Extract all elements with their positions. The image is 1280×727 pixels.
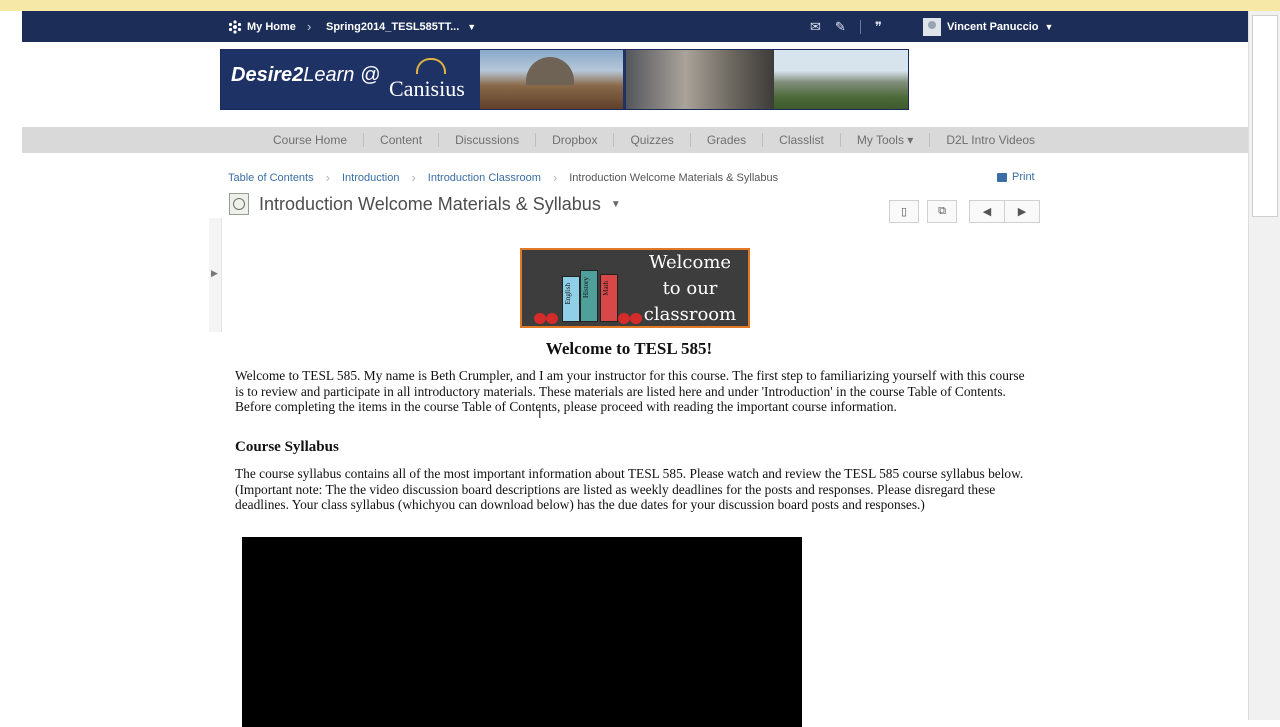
page-title: Introduction Welcome Materials & Syllabu… (259, 193, 601, 214)
book-math: Math (600, 274, 618, 322)
chevron-right-icon: › (307, 19, 312, 34)
welcome-classroom-image: English History Math Welcome to our clas… (520, 248, 750, 328)
mail-icon[interactable]: ✉ (810, 19, 821, 35)
canisius-logo-text: Canisius (389, 76, 465, 101)
updates-icon[interactable]: ✎ (835, 19, 846, 35)
chevron-down-icon: ▼ (1044, 21, 1054, 32)
bookmark-icon: ▯ (900, 206, 908, 218)
printer-icon (997, 172, 1007, 182)
open-new-window-button[interactable]: ⧉ (927, 200, 957, 223)
web-page-icon (229, 193, 249, 215)
breadcrumb: Table of Contents › Introduction › Intro… (228, 170, 778, 185)
toc-panel-toggle[interactable]: ▶ (209, 218, 222, 332)
chevron-right-icon: › (325, 170, 330, 185)
intro-paragraph: Welcome to TESL 585. My name is Beth Cru… (235, 368, 1025, 414)
syllabus-paragraph: The course syllabus contains all of the … (235, 466, 1024, 512)
arrow-left-icon: ◀ (982, 206, 992, 218)
minibar: My Home › Spring2014_TESL585TT... ▼ ✉ ✎ … (22, 11, 1248, 42)
divider (859, 19, 861, 34)
apple-icon (618, 313, 630, 324)
apple-icon (546, 313, 558, 324)
my-home-link[interactable]: My Home (228, 11, 296, 42)
course-selector[interactable]: Spring2014_TESL585TT... ▼ (326, 11, 476, 42)
breadcrumb-current: Introduction Welcome Materials & Syllabu… (569, 171, 779, 184)
print-button[interactable]: Print (997, 171, 1035, 183)
my-home-label: My Home (247, 20, 296, 33)
next-topic-button[interactable]: ▶ (1004, 200, 1040, 223)
chevron-right-icon: › (411, 170, 416, 185)
text-cursor-icon: I (538, 407, 542, 421)
nav-course-home[interactable]: Course Home (261, 133, 365, 147)
chevron-right-icon: ▶ (211, 268, 218, 278)
syllabus-video-player[interactable] (242, 537, 802, 727)
page-scrollbar[interactable] (1248, 11, 1280, 720)
nav-grades[interactable]: Grades (691, 133, 764, 147)
avatar (923, 17, 941, 36)
apple-icon (534, 313, 546, 324)
nav-classlist[interactable]: Classlist (763, 133, 841, 147)
d2l-logo-text: Desire2Learn (231, 64, 355, 86)
chevron-down-icon: ▼ (467, 21, 477, 32)
book-history: History (580, 270, 598, 322)
topic-actions-dropdown[interactable]: ▼ (611, 199, 621, 210)
syllabus-heading: Course Syllabus (235, 439, 339, 455)
previous-topic-button[interactable]: ◀ (969, 200, 1005, 223)
bookmark-button[interactable]: ▯ (889, 200, 919, 223)
new-window-icon: ⧉ (938, 205, 946, 217)
course-selector-label: Spring2014_TESL585TT... (326, 20, 460, 33)
nav-my-tools[interactable]: My Tools ▾ (841, 133, 931, 147)
home-logo-icon (228, 19, 242, 34)
nav-d2l-intro-videos[interactable]: D2L Intro Videos (930, 133, 1051, 147)
course-navbar: Course Home Content Discussions Dropbox … (22, 127, 1248, 153)
user-menu[interactable]: Vincent Panuccio ▼ (923, 11, 1053, 42)
nav-discussions[interactable]: Discussions (439, 133, 537, 147)
book-english: English (562, 276, 580, 322)
nav-dropbox[interactable]: Dropbox (536, 133, 615, 147)
alerts-icons: ✉ ✎ ❞ (810, 11, 882, 42)
user-name: Vincent Panuccio (947, 20, 1039, 33)
classroom-photo (626, 50, 774, 109)
welcome-image-text: Welcome to our classroom (643, 252, 737, 325)
topic-header: Introduction Welcome Materials & Syllabu… (229, 193, 621, 215)
arrow-right-icon: ▶ (1017, 206, 1027, 218)
course-banner: Desire2Learn @ Canisius (220, 49, 909, 110)
breadcrumb-table-of-contents[interactable]: Table of Contents (228, 172, 314, 184)
nav-content[interactable]: Content (364, 133, 440, 147)
chevron-right-icon: › (552, 170, 558, 185)
scrollbar-thumb[interactable] (1252, 15, 1278, 217)
canisius-arch-icon (416, 58, 446, 74)
breadcrumb-introduction-classroom[interactable]: Introduction Classroom (428, 172, 541, 184)
print-label: Print (1012, 171, 1035, 183)
breadcrumb-introduction[interactable]: Introduction (342, 172, 399, 184)
campus-buildings-photo (774, 50, 908, 109)
banner-at-sign: @ (360, 64, 381, 86)
chat-icon[interactable]: ❞ (875, 19, 882, 35)
left-gutter (0, 11, 22, 720)
nav-quizzes[interactable]: Quizzes (614, 133, 691, 147)
welcome-heading: Welcome to TESL 585! (545, 339, 713, 358)
